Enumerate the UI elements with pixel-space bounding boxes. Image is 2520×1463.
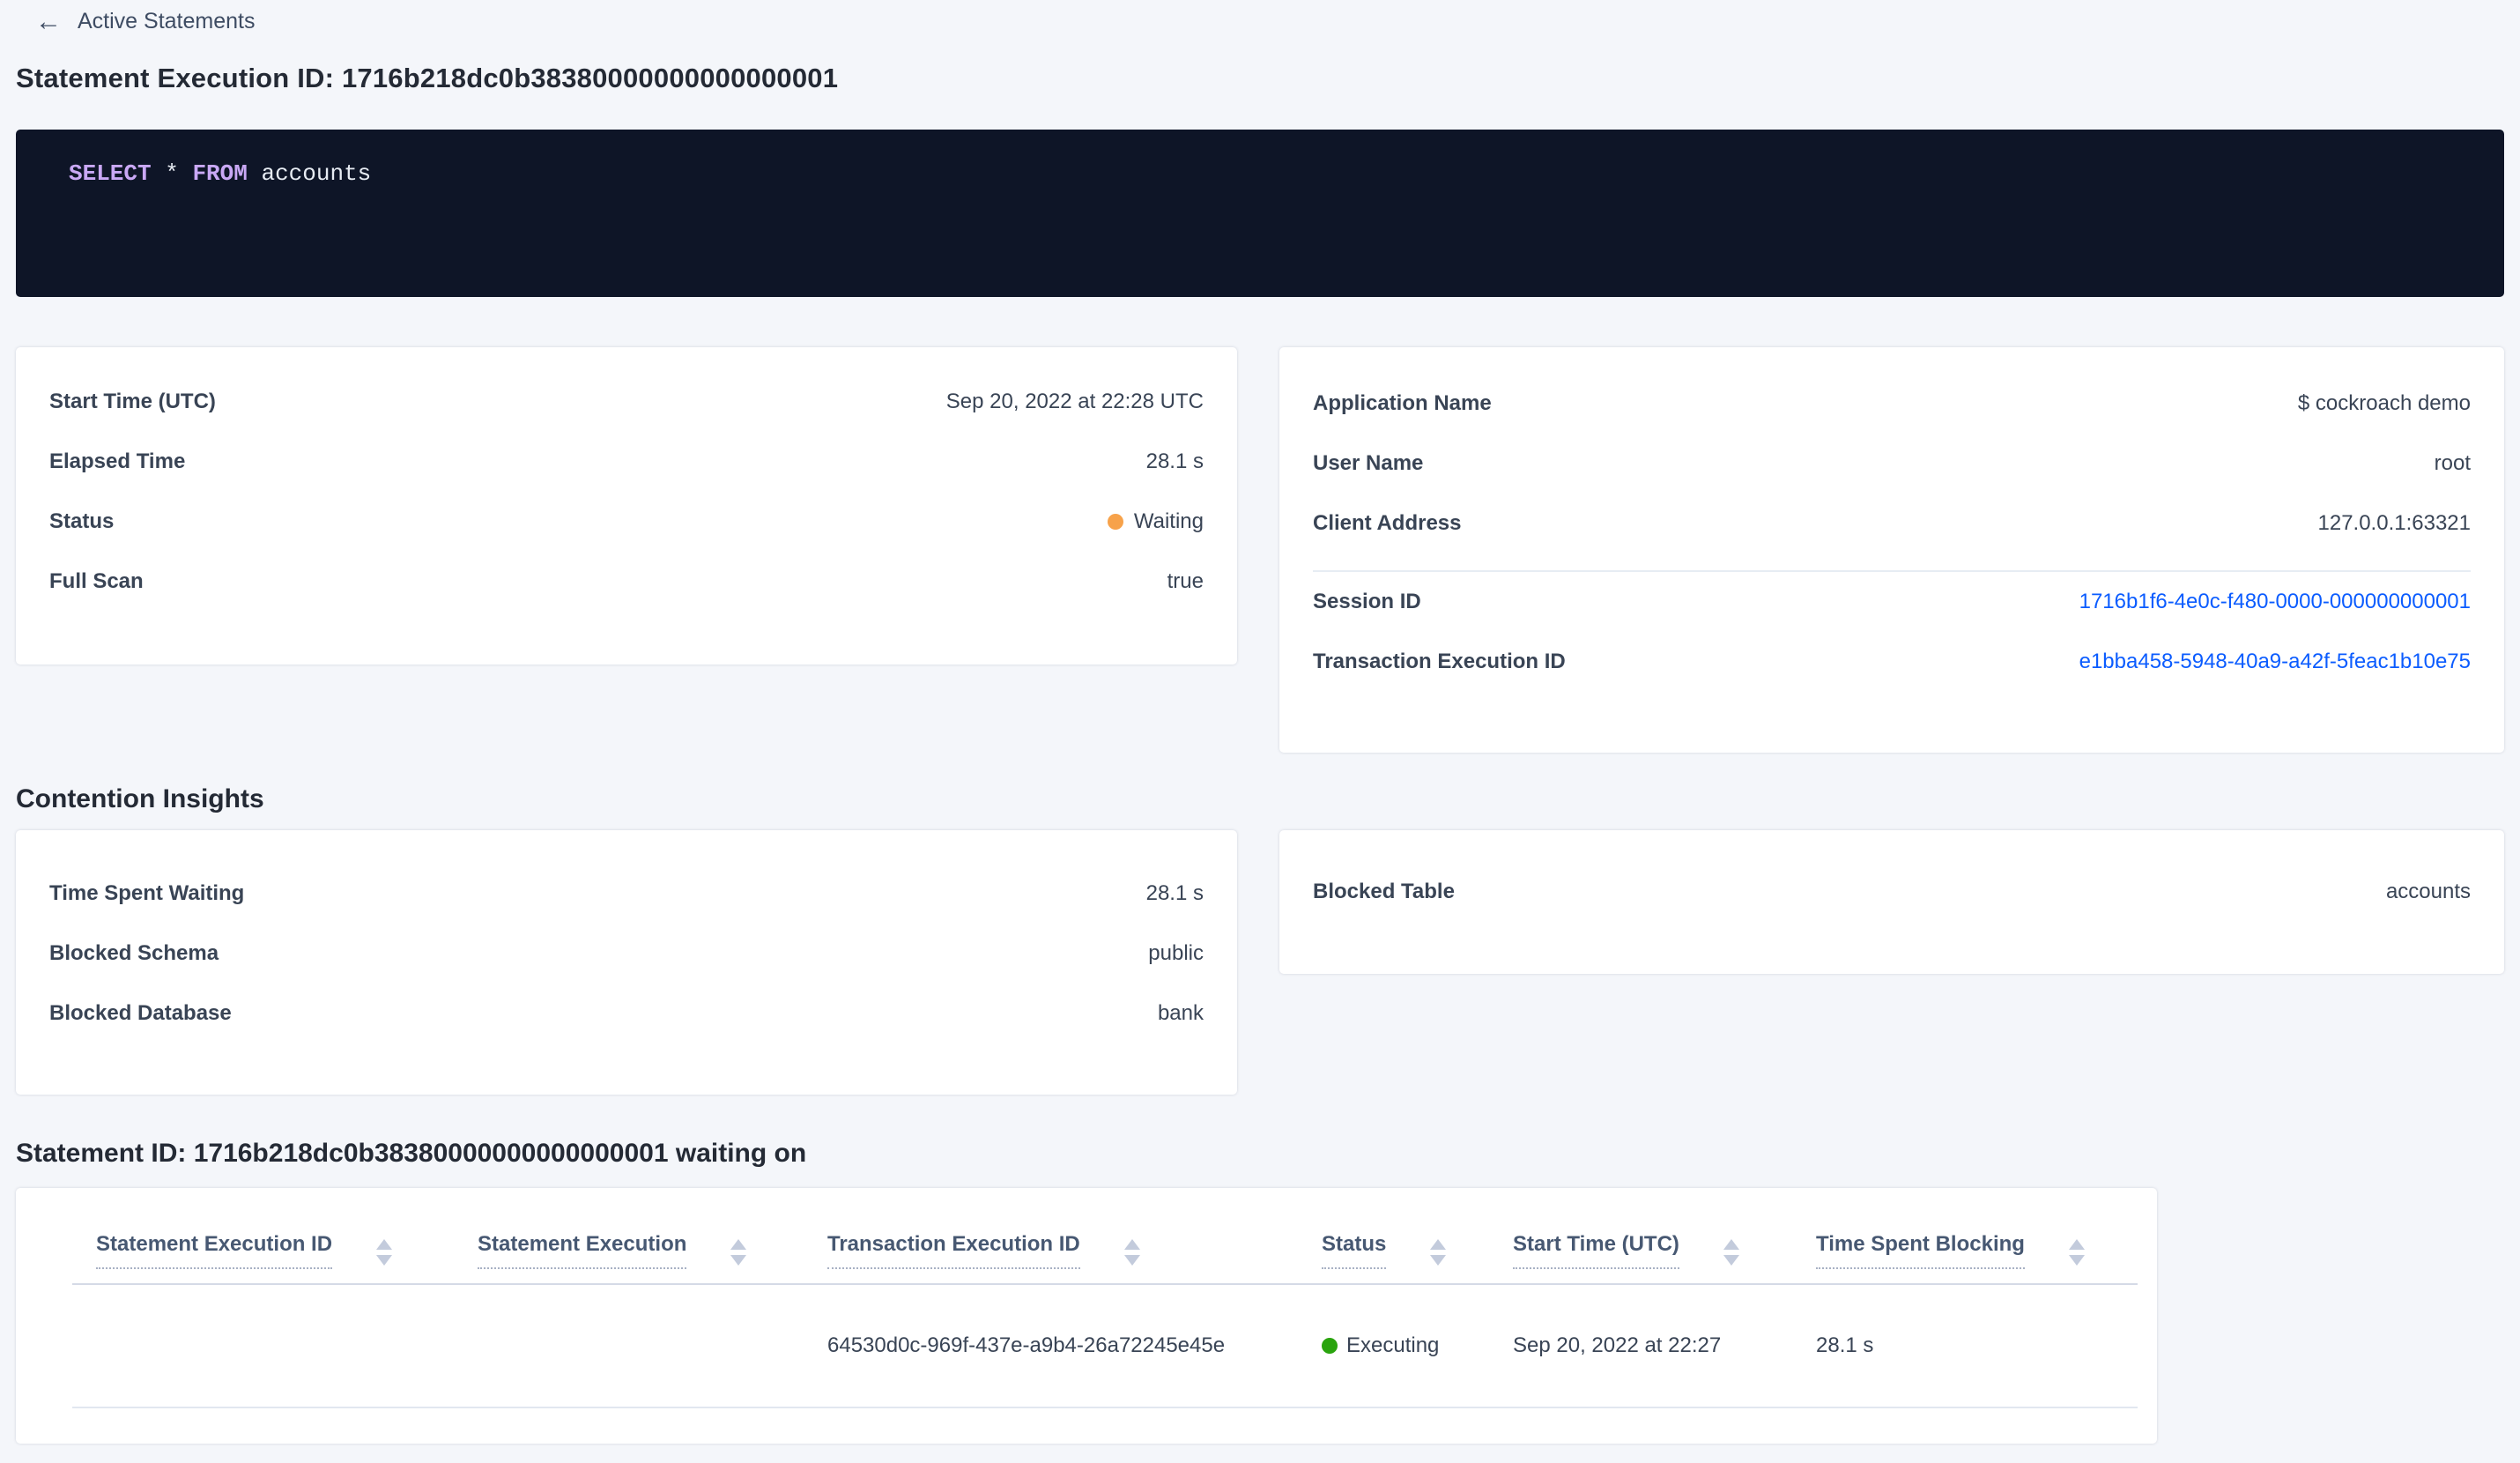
contention-cards-row: Time Spent Waiting 28.1 s Blocked Schema… [16,830,2504,1095]
client-address-value: 127.0.0.1:63321 [2317,511,2472,535]
column-header-label: Time Spent Blocking [1816,1232,2025,1269]
blocked-database-row: Blocked Database bank [49,984,1204,1043]
cell-transaction-execution-id: 64530d0c-969f-437e-a9b4-26a72245e45e [827,1333,1226,1357]
elapsed-time-label: Elapsed Time [49,449,186,473]
table-header-row: Statement Execution ID Statement Executi… [72,1188,2138,1285]
column-header-transaction-execution-id[interactable]: Transaction Execution ID [827,1232,1322,1283]
blocked-database-value: bank [1157,1001,1204,1025]
blocked-table-value: accounts [2385,880,2471,903]
status-label: Status [49,509,115,533]
sort-icon [376,1239,393,1266]
time-spent-waiting-value: 28.1 s [1145,881,1204,905]
status-value: Waiting [1107,509,1204,534]
user-name-value: root [2434,451,2471,475]
sql-keyword: SELECT [69,160,152,187]
elapsed-time-row: Elapsed Time 28.1 s [49,432,1204,492]
start-time-row: Start Time (UTC) Sep 20, 2022 at 22:28 U… [49,372,1204,432]
column-header-statement-execution-id[interactable]: Statement Execution ID [96,1232,478,1283]
sort-icon [1430,1239,1447,1266]
sql-statement-box: SELECT * FROM accounts [16,130,2504,297]
transaction-execution-id-row: Transaction Execution ID e1bba458-5948-4… [1313,632,2471,692]
column-header-label: Transaction Execution ID [827,1232,1080,1269]
table-row: 64530d0c-969f-437e-a9b4-26a72245e45e Exe… [72,1285,2138,1408]
column-header-label: Statement Execution ID [96,1232,333,1269]
blocked-schema-row: Blocked Schema public [49,924,1204,984]
status-waiting-dot-icon [1107,514,1123,530]
session-details-card: Application Name $ cockroach demo User N… [1279,347,2504,753]
sort-icon [2068,1239,2085,1266]
transaction-execution-id-label: Transaction Execution ID [1313,650,1566,673]
sort-icon [730,1239,747,1266]
sort-icon [1123,1239,1140,1266]
time-spent-waiting-label: Time Spent Waiting [49,881,245,905]
user-name-row: User Name root [1313,434,2471,494]
column-header-label: Statement Execution [478,1232,687,1269]
full-scan-label: Full Scan [49,569,144,593]
application-name-row: Application Name $ cockroach demo [1313,374,2471,434]
contention-waiting-card: Time Spent Waiting 28.1 s Blocked Schema… [16,830,1237,1095]
waiting-on-heading: Statement ID: 1716b218dc0b38380000000000… [16,1139,807,1168]
column-header-start-time[interactable]: Start Time (UTC) [1513,1232,1816,1283]
blocked-table-row: Blocked Table accounts [1313,862,2471,922]
start-time-value: Sep 20, 2022 at 22:28 UTC [945,390,1204,413]
summary-cards-row: Start Time (UTC) Sep 20, 2022 at 22:28 U… [16,347,2504,753]
client-address-label: Client Address [1313,511,1462,535]
session-id-link[interactable]: 1716b1f6-4e0c-f480-0000-000000000001 [2079,590,2471,614]
page-title: Statement Execution ID: 1716b218dc0b3838… [16,63,839,93]
back-link[interactable]: ← Active Statements [35,7,256,36]
column-header-statement-execution[interactable]: Statement Execution [478,1232,827,1283]
column-header-label: Status [1322,1232,1387,1269]
application-name-value: $ cockroach demo [2297,391,2471,415]
waiting-on-table: Statement Execution ID Statement Executi… [72,1188,2138,1408]
blocked-schema-value: public [1148,941,1204,965]
column-header-label: Start Time (UTC) [1513,1232,1679,1269]
sql-keyword: FROM [192,160,248,187]
execution-details-card: Start Time (UTC) Sep 20, 2022 at 22:28 U… [16,347,1237,665]
status-executing-text: Executing [1346,1333,1440,1357]
transaction-execution-id-link[interactable]: e1bba458-5948-40a9-a42f-5feac1b10e75 [2079,650,2471,674]
full-scan-row: Full Scan true [49,552,1204,612]
cell-status: Executing [1322,1333,1513,1358]
blocked-table-label: Blocked Table [1313,880,1455,903]
application-name-label: Application Name [1313,391,1492,415]
full-scan-value: true [1167,569,1204,593]
contention-blocked-table-card: Blocked Table accounts [1279,830,2504,974]
blocked-schema-label: Blocked Schema [49,941,219,965]
waiting-on-table-card: Statement Execution ID Statement Executi… [16,1188,2157,1444]
blocked-database-label: Blocked Database [49,1001,232,1025]
start-time-label: Start Time (UTC) [49,390,216,413]
column-header-time-spent-blocking[interactable]: Time Spent Blocking [1816,1232,2138,1283]
status-executing-dot-icon [1322,1338,1338,1354]
session-id-label: Session ID [1313,590,1421,613]
sql-text: accounts [247,160,372,187]
session-id-row: Session ID 1716b1f6-4e0c-f480-0000-00000… [1313,572,2471,632]
column-header-status[interactable]: Status [1322,1232,1513,1283]
user-name-label: User Name [1313,451,1424,475]
client-address-row: Client Address 127.0.0.1:63321 [1313,494,2471,553]
status-waiting-text: Waiting [1133,509,1204,533]
cell-time-spent-blocking: 28.1 s [1816,1333,1874,1357]
cell-start-time: Sep 20, 2022 at 22:27 [1513,1333,1722,1357]
elapsed-time-value: 28.1 s [1145,449,1204,473]
back-link-label: Active Statements [78,9,256,33]
sort-icon [1723,1239,1739,1266]
status-row: Status Waiting [49,492,1204,552]
back-arrow-icon: ← [35,7,62,36]
sql-text: * [151,160,193,187]
contention-insights-heading: Contention Insights [16,784,264,813]
time-spent-waiting-row: Time Spent Waiting 28.1 s [49,864,1204,924]
